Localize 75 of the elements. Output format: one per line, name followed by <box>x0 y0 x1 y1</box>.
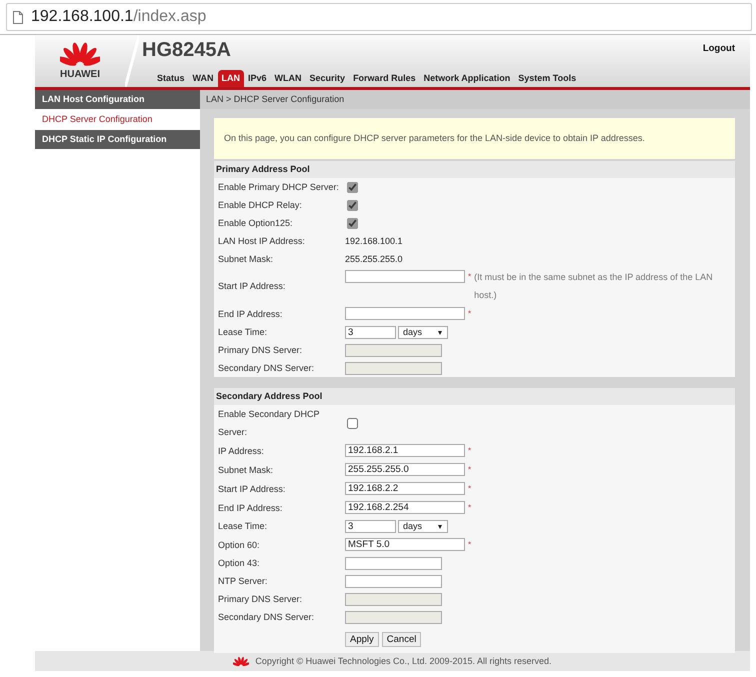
input-field[interactable]: 3 <box>345 520 396 534</box>
required-mark: * <box>468 484 472 493</box>
field-label: Start IP Address: <box>217 280 286 293</box>
field-value: 255.255.255.0 <box>345 254 403 264</box>
input-field[interactable]: 192.168.2.254 <box>345 501 465 514</box>
unit-dropdown[interactable]: days <box>398 520 448 534</box>
checkbox[interactable] <box>347 182 358 194</box>
required-mark: * <box>468 540 472 549</box>
field-label: Lease Time: <box>217 520 268 533</box>
sidebar-item[interactable]: DHCP Static IP Configuration <box>35 130 200 150</box>
page-icon <box>13 10 23 24</box>
field-label: End IP Address: <box>217 502 284 514</box>
field-label: Subnet Mask: <box>217 253 274 266</box>
nav-tab[interactable]: WLAN <box>270 70 306 87</box>
breadcrumb: LAN > DHCP Server Configuration <box>200 90 750 109</box>
section-title: Primary Address Pool <box>214 161 735 178</box>
nav-tab[interactable]: LAN <box>218 70 244 87</box>
model-name: HG8245A <box>142 39 231 63</box>
nav-tab[interactable]: Network Application <box>420 70 514 87</box>
required-mark: * <box>468 503 472 512</box>
checkbox[interactable] <box>347 200 358 212</box>
info-notice: On this page, you can configure DHCP server parameters for the LAN-side device to obtain IP addresses. <box>214 118 735 159</box>
nav-tab[interactable]: Status <box>153 70 189 87</box>
nav-tab[interactable]: Security <box>306 70 350 87</box>
address-bar[interactable]: 192.168.100.1/index.asp <box>6 3 752 31</box>
form-button[interactable]: Apply <box>345 632 379 647</box>
field-label: Lease Time: <box>217 326 268 339</box>
field-label: Primary DNS Server: <box>217 344 304 357</box>
url-text: 192.168.100.1/index.asp <box>31 8 206 26</box>
input-field[interactable]: 192.168.2.2 <box>345 482 465 496</box>
field-value: 192.168.100.1 <box>345 236 403 246</box>
checkbox[interactable] <box>347 418 358 430</box>
field-label: Option 60: <box>217 538 261 552</box>
field-label: Primary DNS Server: <box>217 593 304 606</box>
logo-icon <box>233 655 250 667</box>
nav-tab[interactable]: IPv6 <box>244 70 271 87</box>
nav-tab[interactable]: WAN <box>188 70 218 87</box>
logout-link[interactable]: Logout <box>702 43 735 54</box>
hint-text: (It must be in the same subnet as the IP address of the LAN host.) <box>474 271 714 302</box>
field-label: Enable Option125: <box>217 217 294 230</box>
field-label: Enable Primary DHCP Server: <box>217 181 340 194</box>
checkbox[interactable] <box>347 218 358 230</box>
section-title: Secondary Address Pool <box>214 388 735 405</box>
field-label: End IP Address: <box>217 308 284 320</box>
form-button[interactable]: Cancel <box>382 632 422 647</box>
nav-tab[interactable]: Forward Rules <box>349 70 420 87</box>
caret-icon <box>438 524 442 529</box>
input-field[interactable]: 192.168.2.1 <box>345 444 465 458</box>
copyright-text: Copyright © Huawei Technologies Co., Ltd. 2009-2015. All rights reserved. <box>255 656 552 666</box>
field-label: IP Address: <box>217 444 265 458</box>
field-label: NTP Server: <box>217 575 268 588</box>
field-label: LAN Host IP Address: <box>217 235 306 248</box>
field-label: Secondary DNS Server: <box>217 362 316 375</box>
caret-icon <box>438 330 442 335</box>
required-mark: * <box>468 271 472 283</box>
sidebar-item[interactable]: LAN Host Configuration <box>35 90 200 110</box>
input-field[interactable] <box>345 270 465 283</box>
field-label: Subnet Mask: <box>217 464 274 476</box>
field-label: Start IP Address: <box>217 482 286 496</box>
input-field[interactable] <box>345 575 442 588</box>
field-label: Enable Secondary DHCP Server: <box>217 408 320 439</box>
field-label: Option 43: <box>217 557 261 570</box>
input-field[interactable] <box>345 307 465 320</box>
required-mark: * <box>468 446 472 455</box>
nav-tab[interactable]: System Tools <box>514 70 580 87</box>
brand-name: HUAWEI <box>60 69 100 80</box>
input-field[interactable] <box>345 557 442 570</box>
required-mark: * <box>468 465 472 474</box>
input-field[interactable]: 3 <box>345 326 396 340</box>
input-field[interactable]: MSFT 5.0 <box>345 538 465 552</box>
unit-dropdown[interactable]: days <box>398 326 448 340</box>
field-label: Enable DHCP Relay: <box>217 199 303 212</box>
field-label: Secondary DNS Server: <box>217 611 316 624</box>
required-mark: * <box>468 309 472 318</box>
input-field[interactable]: 255.255.255.0 <box>345 463 465 476</box>
